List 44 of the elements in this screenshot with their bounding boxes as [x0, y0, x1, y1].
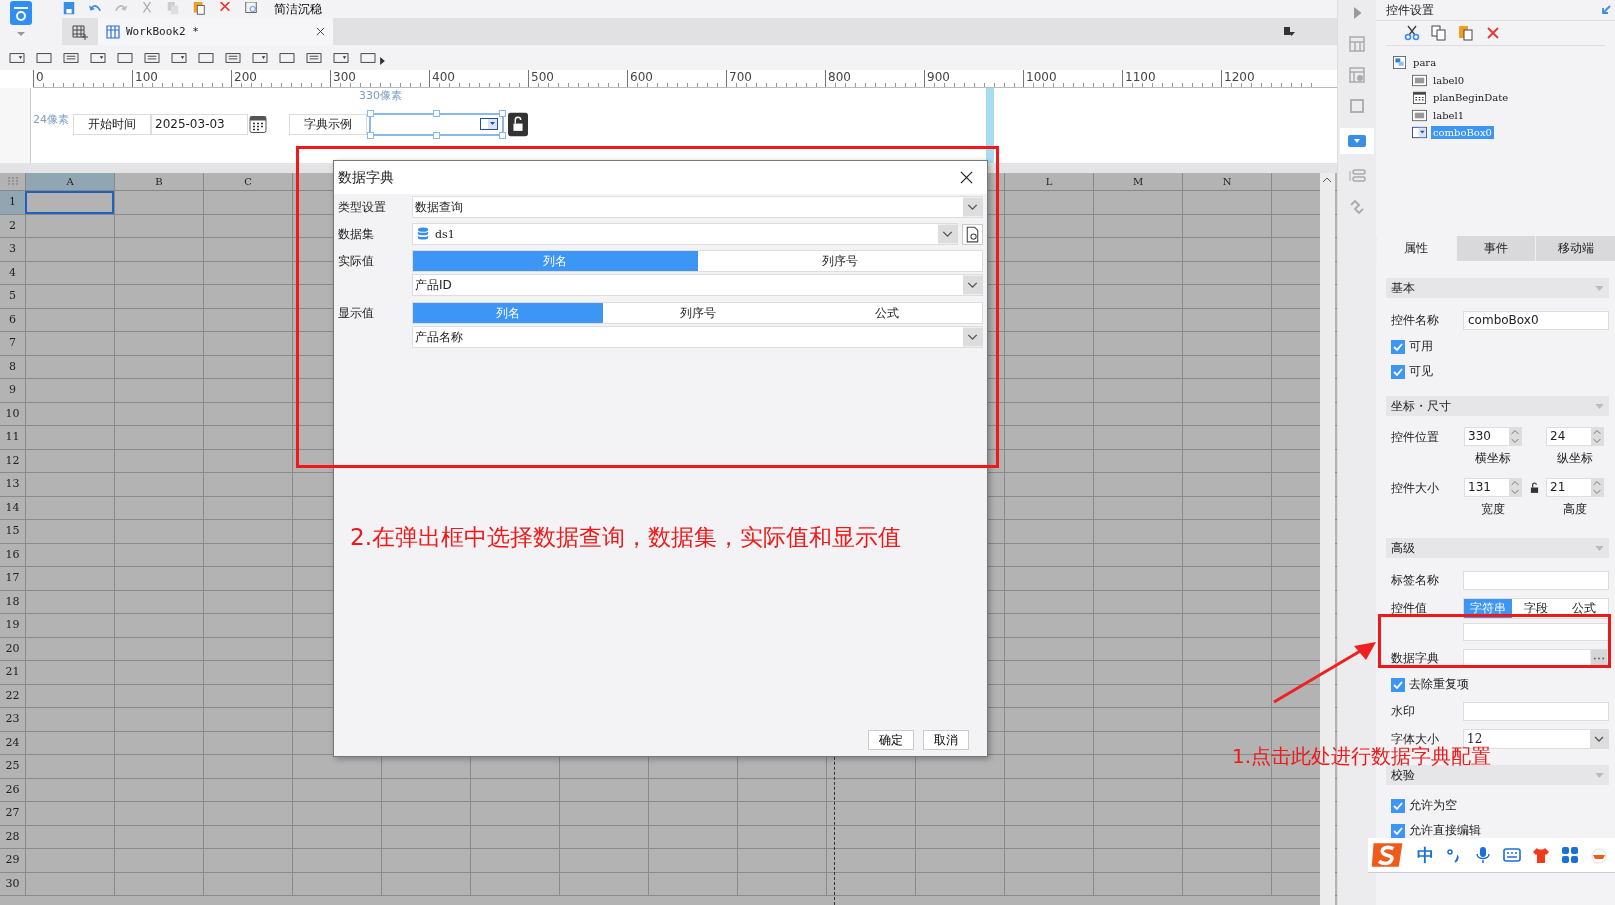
ruler-label: 700	[728, 70, 752, 84]
ruler-label: 800	[827, 70, 851, 84]
field-label: 标签名称	[1391, 571, 1440, 589]
section-title: 校验	[1391, 766, 1416, 784]
ruler-label: 1100	[1124, 70, 1156, 84]
ruler-label: 200	[233, 70, 257, 84]
ruler-label: 0	[35, 70, 44, 84]
dialog-title: 数据字典	[338, 168, 395, 187]
field-label: 控件大小	[1391, 480, 1440, 497]
ruler-label: 600	[629, 70, 653, 84]
ruler-label: 500	[530, 70, 554, 84]
checkbox-label: 去除重复项	[1409, 676, 1469, 693]
panel-title: 控件设置	[1386, 2, 1435, 18]
checkbox-label: 允许直接编辑	[1409, 822, 1481, 839]
field-label: 显示值	[338, 304, 375, 322]
position-hint: 24像素	[33, 112, 69, 127]
ruler-label: 400	[431, 70, 455, 84]
ruler-label: 1000	[1025, 70, 1057, 84]
section-title: 基本	[1391, 279, 1416, 297]
field-label: 类型设置	[338, 198, 387, 216]
position-hint: 330像素	[359, 88, 402, 103]
caption: 横坐标	[1475, 450, 1511, 467]
checkbox-label: 允许为空	[1409, 797, 1457, 814]
ruler-label: 300	[332, 70, 356, 84]
caption: 高度	[1563, 501, 1587, 518]
field-label: 字体大小	[1391, 730, 1440, 746]
field-label: 控件位置	[1391, 429, 1440, 446]
field-label: 控件值	[1391, 600, 1428, 617]
field-label: 水印	[1391, 702, 1416, 720]
checkbox-label: 可用	[1409, 338, 1433, 355]
caption: 纵坐标	[1557, 450, 1593, 467]
field-label: 数据字典	[1391, 649, 1440, 667]
field-label: 数据集	[338, 225, 375, 243]
ruler-label: 1200	[1223, 70, 1255, 84]
annotation-text: 2.在弹出框中选择数据查询，数据集，实际值和显示值	[350, 523, 901, 552]
section-title: 坐标・尺寸	[1391, 397, 1452, 415]
field-label: 实际值	[338, 252, 375, 270]
ruler-label: 100	[134, 70, 158, 84]
section-title: 高级	[1391, 539, 1416, 557]
ruler-label: 900	[926, 70, 950, 84]
field-label: 控件名称	[1391, 311, 1440, 329]
caption: 宽度	[1481, 501, 1505, 518]
checkbox-label: 可见	[1409, 363, 1433, 380]
tab-title: WorkBook2 *	[126, 25, 200, 38]
